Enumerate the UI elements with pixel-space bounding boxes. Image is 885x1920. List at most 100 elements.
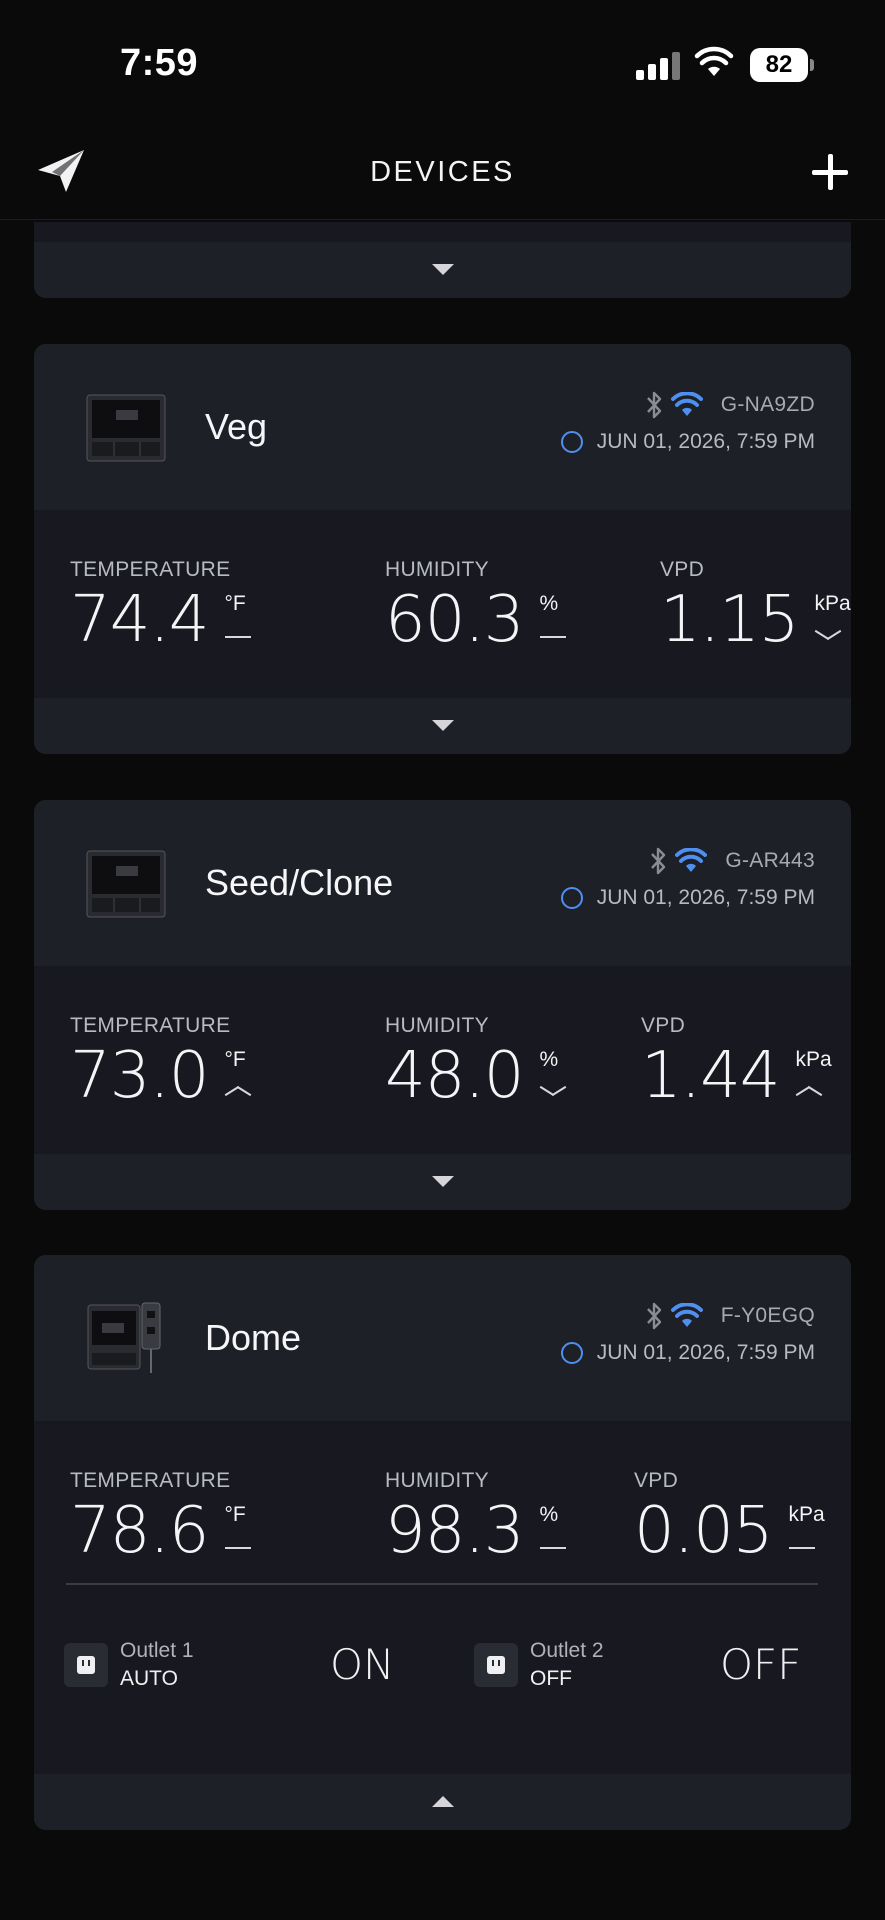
- device-header[interactable]: Dome F-Y0EGQ JUN 01, 2026, 7:59 PM: [34, 1255, 851, 1421]
- metric-vpd: VPD 1.44 kPa: [641, 1014, 832, 1108]
- bluetooth-icon: [646, 1302, 661, 1330]
- metric-unit: °F: [224, 1503, 246, 1526]
- metric-label: TEMPERATURE: [70, 558, 231, 581]
- outlet-1-state[interactable]: ON: [330, 1640, 394, 1689]
- metric-humidity: HUMIDITY 98.3 %: [385, 1469, 566, 1563]
- outlet-1[interactable]: Outlet 1 AUTO: [64, 1639, 194, 1691]
- metric-value: 73.0: [70, 1039, 209, 1113]
- controller-thumbnail: [86, 394, 166, 462]
- trend-flat-icon: [224, 636, 251, 638]
- outlet-2[interactable]: Outlet 2 OFF: [474, 1639, 604, 1691]
- metric-temperature: TEMPERATURE 74.4 °F: [70, 558, 251, 652]
- power-outlet-icon: [474, 1643, 518, 1687]
- device-card-seed-clone[interactable]: Seed/Clone G-AR443 JUN 01, 2026, 7:59 PM…: [34, 800, 851, 1210]
- outlet-2-state[interactable]: OFF: [720, 1640, 801, 1689]
- metric-label: HUMIDITY: [385, 1469, 489, 1492]
- device-header[interactable]: Seed/Clone G-AR443 JUN 01, 2026, 7:59 PM: [34, 800, 851, 966]
- metric-label: VPD: [634, 1469, 679, 1492]
- trend-flat-icon: [539, 636, 566, 638]
- cellular-signal-icon: [636, 50, 680, 80]
- metric-unit: °F: [224, 592, 246, 615]
- metric-unit: kPa: [795, 1048, 832, 1071]
- wifi-icon: [675, 848, 708, 872]
- wifi-icon: [670, 392, 703, 416]
- last-update: JUN 01, 2026, 7:59 PM: [560, 886, 815, 910]
- metrics-panel: TEMPERATURE 78.6 °F HUMIDITY 98.3 % VPD …: [34, 1421, 851, 1774]
- metric-label: VPD: [641, 1014, 686, 1037]
- metrics-panel: TEMPERATURE 74.4 °F HUMIDITY 60.3 % VPD …: [34, 510, 851, 698]
- metrics-panel: TEMPERATURE 73.0 °F HUMIDITY 48.0 % VPD …: [34, 966, 851, 1154]
- metric-vpd: VPD 0.05 kPa: [634, 1469, 825, 1563]
- expand-toggle[interactable]: [34, 1154, 851, 1210]
- metric-humidity: HUMIDITY 60.3 %: [385, 558, 566, 652]
- trend-up-icon: [225, 1084, 251, 1098]
- metric-value: 98.3: [385, 1494, 524, 1568]
- plus-icon[interactable]: [808, 150, 852, 194]
- metric-value: 0.05: [634, 1494, 773, 1568]
- device-id: F-Y0EGQ: [720, 1304, 815, 1327]
- bluetooth-icon: [646, 391, 661, 419]
- bluetooth-icon: [651, 847, 666, 875]
- wifi-status-icon: [694, 46, 734, 76]
- metric-unit: °F: [224, 1048, 246, 1071]
- metric-value: 74.4: [70, 583, 209, 657]
- outlet-name: Outlet 2: [530, 1639, 604, 1662]
- metric-label: VPD: [660, 558, 705, 581]
- expand-toggle[interactable]: [34, 698, 851, 754]
- chevron-up-icon[interactable]: [432, 1796, 454, 1807]
- metric-label: TEMPERATURE: [70, 1014, 231, 1037]
- outlet-mode: AUTO: [120, 1667, 178, 1690]
- ring-icon: [560, 887, 583, 909]
- trend-up-icon: [796, 1084, 822, 1098]
- metric-unit: %: [539, 1048, 559, 1071]
- outlet-name: Outlet 1: [120, 1639, 194, 1662]
- metric-value: 48.0: [385, 1039, 524, 1113]
- metric-value: 1.15: [660, 583, 799, 657]
- device-id: G-AR443: [725, 849, 815, 872]
- metric-temperature: TEMPERATURE 78.6 °F: [70, 1469, 251, 1563]
- connection-status: F-Y0EGQ: [645, 1301, 815, 1331]
- trend-flat-icon: [788, 1547, 815, 1549]
- timestamp-text: JUN 01, 2026, 7:59 PM: [596, 430, 815, 453]
- page-title: DEVICES: [370, 156, 515, 188]
- device-card-veg[interactable]: Veg G-NA9ZD JUN 01, 2026, 7:59 PM TEMPER…: [34, 344, 851, 754]
- trend-flat-icon: [539, 1547, 566, 1549]
- device-name: Veg: [205, 406, 268, 447]
- device-header[interactable]: Veg G-NA9ZD JUN 01, 2026, 7:59 PM: [34, 344, 851, 510]
- metric-temperature: TEMPERATURE 73.0 °F: [70, 1014, 251, 1108]
- ring-icon: [560, 431, 583, 453]
- controller-thumbnail: [87, 1302, 161, 1373]
- status-bar: 7:59 82: [0, 0, 885, 120]
- device-card-dome[interactable]: Dome F-Y0EGQ JUN 01, 2026, 7:59 PM TEMPE…: [34, 1255, 851, 1830]
- divider: [66, 1583, 818, 1585]
- metric-unit: %: [539, 592, 559, 615]
- last-update: JUN 01, 2026, 7:59 PM: [560, 1341, 815, 1365]
- chevron-down-icon[interactable]: [432, 1176, 454, 1187]
- metric-label: TEMPERATURE: [70, 1469, 231, 1492]
- metric-value: 60.3: [385, 583, 524, 657]
- metric-unit: %: [539, 1503, 559, 1526]
- metric-unit: kPa: [788, 1503, 825, 1526]
- timestamp-text: JUN 01, 2026, 7:59 PM: [596, 1341, 815, 1364]
- device-id: G-NA9ZD: [720, 393, 815, 416]
- expand-toggle[interactable]: [34, 242, 851, 298]
- power-outlet-icon: [64, 1643, 108, 1687]
- chevron-down-icon[interactable]: [432, 264, 454, 275]
- metric-value: 78.6: [70, 1494, 209, 1568]
- ring-icon: [560, 1342, 583, 1364]
- battery-level: 82: [750, 48, 808, 82]
- collapse-toggle[interactable]: [34, 1774, 851, 1830]
- metric-label: HUMIDITY: [385, 558, 489, 581]
- trend-flat-icon: [224, 1547, 251, 1549]
- metric-label: HUMIDITY: [385, 1014, 489, 1037]
- trend-down-icon: [815, 628, 841, 642]
- outlet-mode: OFF: [530, 1667, 572, 1690]
- device-name: Dome: [205, 1317, 302, 1358]
- trend-down-icon: [540, 1084, 566, 1098]
- metric-value: 1.44: [641, 1039, 780, 1113]
- metric-vpd: VPD 1.15 kPa: [660, 558, 851, 652]
- wifi-icon: [670, 1303, 703, 1327]
- chevron-down-icon[interactable]: [432, 720, 454, 731]
- metric-unit: kPa: [814, 592, 851, 615]
- device-name: Seed/Clone: [205, 862, 394, 903]
